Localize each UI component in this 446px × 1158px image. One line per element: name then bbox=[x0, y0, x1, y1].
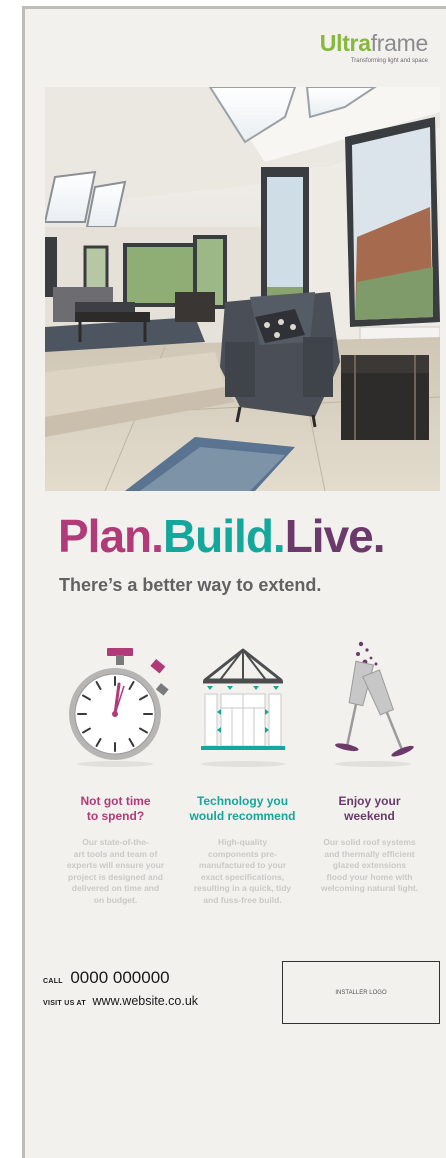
subheadline: There’s a better way to extend. bbox=[59, 575, 322, 595]
call-line: Call 0000 000000 bbox=[43, 968, 170, 988]
conservatory-interior-photo bbox=[45, 87, 440, 491]
feature-title-weekend: Enjoy your weekend bbox=[338, 794, 401, 823]
feature-body-technology: High-quality components pre- manufactured… bbox=[193, 837, 292, 905]
feature-title-time: Not got time to spend? bbox=[80, 794, 151, 823]
visit-label: Visit us at bbox=[43, 1000, 86, 1007]
installer-logo-box: INSTALLER LOGO bbox=[282, 961, 440, 1024]
headline-plan: Plan. bbox=[58, 510, 164, 562]
call-label: Call bbox=[43, 978, 63, 985]
website-link[interactable]: www.website.co.uk bbox=[92, 994, 198, 1008]
headline: Plan.Build.Live. bbox=[58, 509, 386, 563]
logo-ultra: Ultra bbox=[319, 30, 371, 56]
feature-body-weekend: Our solid roof systems and thermally effi… bbox=[320, 837, 419, 893]
conservatory-icon bbox=[201, 648, 285, 767]
champagne-glasses-icon bbox=[335, 641, 414, 767]
feature-title-technology: Technology you would recommend bbox=[189, 794, 296, 823]
feature-body-time: Our state-of-the-art tools and team of e… bbox=[66, 837, 165, 905]
brochure-page: Ultraframe Transforming light and space bbox=[25, 9, 446, 1158]
logo-frame: frame bbox=[370, 30, 429, 56]
website-line: Visit us at www.website.co.uk bbox=[43, 992, 198, 1010]
headline-live: Live. bbox=[284, 510, 386, 562]
phone-number[interactable]: 0000 000000 bbox=[70, 968, 169, 987]
ultraframe-logo: Ultraframe Transforming light and space bbox=[319, 30, 429, 64]
logo-tagline: Transforming light and space bbox=[350, 58, 428, 64]
headline-build: Build. bbox=[162, 510, 286, 562]
stopwatch-icon bbox=[69, 648, 169, 767]
